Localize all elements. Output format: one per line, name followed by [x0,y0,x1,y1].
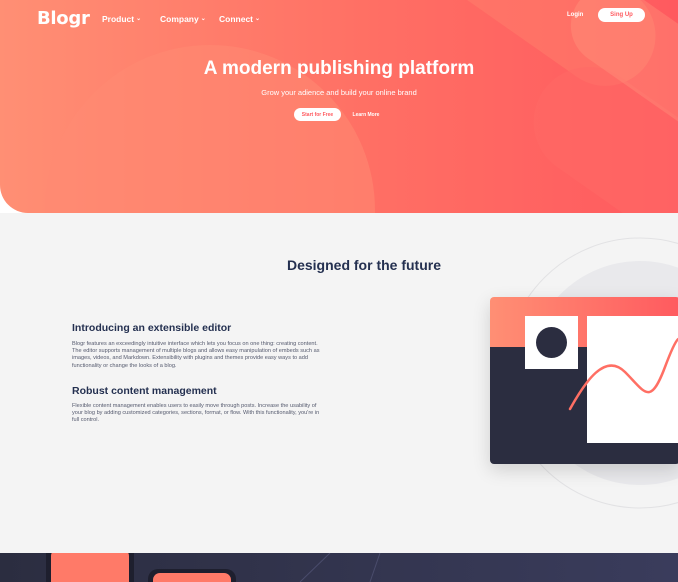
nav-item-company[interactable]: Company ⌄ [160,14,206,24]
line-graph-icon [568,337,678,411]
signup-button[interactable]: Sing Up [598,8,645,22]
features-section: Designed for the future Introducing an e… [0,213,678,553]
nav-item-label: Company [160,14,199,24]
feature-content-title: Robust content management [72,385,217,397]
learn-more-button[interactable]: Learn More [346,108,386,121]
nav-item-label: Connect [219,14,253,24]
top-nav: Blogr Product ⌄ Company ⌄ Connect ⌄ Logi… [0,0,678,36]
chevron-down-icon: ⌄ [136,16,142,22]
hero-section: Blogr Product ⌄ Company ⌄ Connect ⌄ Logi… [0,0,678,213]
hero-title: A modern publishing platform [203,58,475,79]
phone-illustration [46,553,381,582]
login-link[interactable]: Login [567,12,583,18]
nav-item-product[interactable]: Product ⌄ [102,14,141,24]
chevron-down-icon: ⌄ [200,16,206,22]
hero-subtitle: Grow your adience and build your online … [261,88,417,97]
logo[interactable]: Blogr [37,8,90,29]
feature-editor-text: Blogr features an exceedingly intuitive … [72,341,320,369]
feature-content-text: Flexible content management enables user… [72,403,320,424]
feature-editor-title: Introducing an extensible editor [72,322,232,334]
start-for-free-button[interactable]: Start for Free [294,108,341,121]
phones-section [0,553,678,582]
editor-illustration [490,297,678,464]
chevron-down-icon: ⌄ [255,16,261,22]
section-title: Designed for the future [286,257,441,273]
nav-item-connect[interactable]: Connect ⌄ [219,14,260,24]
nav-item-label: Product [102,14,135,24]
